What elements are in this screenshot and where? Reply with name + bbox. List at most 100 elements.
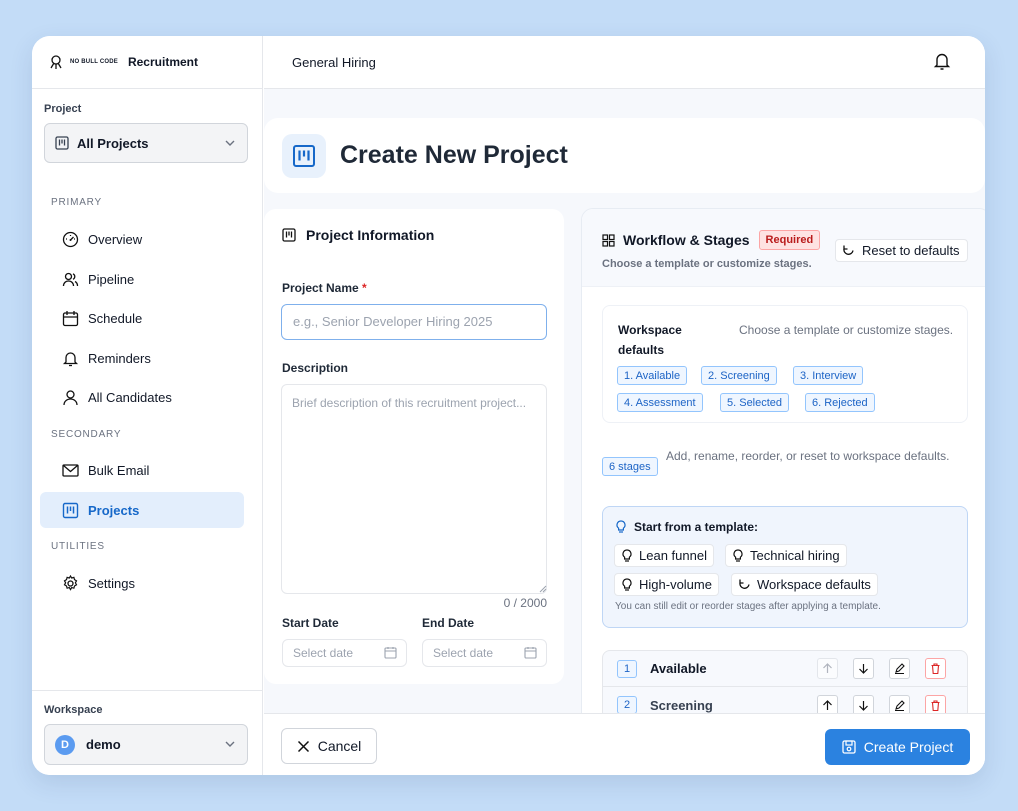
gear-icon xyxy=(61,574,79,592)
cancel-button[interactable]: Cancel xyxy=(281,728,377,764)
sidebar-item-label: Projects xyxy=(88,502,140,518)
kanban-icon xyxy=(282,228,296,242)
project-name-label-text: Project Name xyxy=(282,281,359,295)
sidebar-item-label: Pipeline xyxy=(88,271,135,287)
default-stage-chip: 3. Interview xyxy=(793,366,864,385)
create-project-button[interactable]: Create Project xyxy=(825,729,970,765)
lightbulb-icon xyxy=(732,548,744,563)
sidebar-item-overview[interactable]: Overview xyxy=(40,221,244,257)
app-title: Recruitment xyxy=(127,55,198,69)
workflow-header: Workflow & Stages Required Choose a temp… xyxy=(582,209,985,287)
template-technical-hiring-button[interactable]: Technical hiring xyxy=(725,544,847,567)
stage-name: Available xyxy=(650,661,707,676)
create-project-label: Create Project xyxy=(863,739,954,755)
form-footer: Cancel Create Project xyxy=(264,713,985,775)
topbar: General Hiring xyxy=(264,36,985,89)
workspace-label: Workspace xyxy=(44,704,103,716)
resize-handle-icon[interactable] xyxy=(539,585,547,593)
app-window: NO BULL CODE Recruitment Project All Pro… xyxy=(32,36,985,775)
mail-icon xyxy=(61,461,79,479)
group-label-primary: PRIMARY xyxy=(51,197,102,208)
workflow-title-row: Workflow & Stages Required xyxy=(602,230,821,250)
arrow-down-icon xyxy=(859,700,868,711)
project-name-label: Project Name * xyxy=(282,281,367,295)
topbar-title: General Hiring xyxy=(292,54,376,70)
template-label: Technical hiring xyxy=(750,548,840,563)
start-date-input[interactable]: Select date xyxy=(282,639,407,667)
gauge-icon xyxy=(61,230,79,248)
workspace-name: demo xyxy=(86,737,121,752)
template-high-volume-button[interactable]: High-volume xyxy=(614,573,719,596)
page-header: Create New Project xyxy=(264,118,985,193)
lightbulb-icon xyxy=(621,548,633,563)
sidebar-item-schedule[interactable]: Schedule xyxy=(40,300,244,336)
sidebar-item-pipeline[interactable]: Pipeline xyxy=(40,261,244,297)
project-info-card: Project Information Project Name * e.g.,… xyxy=(264,209,564,684)
sidebar-item-all-candidates[interactable]: All Candidates xyxy=(40,379,244,415)
start-date-placeholder: Select date xyxy=(293,646,354,660)
stage-number: 1 xyxy=(617,659,637,678)
sidebar-item-label: Schedule xyxy=(88,310,143,326)
workflow-subtitle: Choose a template or customize stages. xyxy=(602,258,812,270)
stage-list: 1 Available 2 Screening xyxy=(602,650,968,720)
workflow-card: Workflow & Stages Required Choose a temp… xyxy=(581,208,985,768)
project-info-title: Project Information xyxy=(306,227,435,243)
edit-stage-button[interactable] xyxy=(889,658,910,679)
template-label: Workspace defaults xyxy=(757,577,871,592)
move-up-button[interactable] xyxy=(817,658,838,679)
arrow-down-icon xyxy=(859,664,868,674)
char-counter: 0 / 2000 xyxy=(503,596,547,610)
required-badge: Required xyxy=(758,230,821,250)
default-stage-chip: 4. Assessment xyxy=(617,393,703,412)
start-date-label: Start Date xyxy=(282,616,339,630)
sidebar-item-projects[interactable]: Projects xyxy=(40,492,244,528)
trash-icon xyxy=(931,663,940,674)
users-icon xyxy=(61,270,79,288)
stage-hint: Add, rename, reorder, or reset to worksp… xyxy=(666,449,950,463)
trash-icon xyxy=(931,699,940,711)
stage-count-badge: 6 stages xyxy=(602,457,658,476)
description-label: Description xyxy=(282,361,349,375)
sidebar-item-label: All Candidates xyxy=(88,389,172,405)
workspace-select[interactable]: D demo xyxy=(44,724,248,765)
reset-defaults-button[interactable]: Reset to defaults xyxy=(835,239,968,262)
project-select[interactable]: All Projects xyxy=(44,123,248,163)
template-lean-funnel-button[interactable]: Lean funnel xyxy=(614,544,714,567)
user-icon xyxy=(61,388,79,406)
reset-defaults-label: Reset to defaults xyxy=(862,243,960,258)
sidebar-item-settings[interactable]: Settings xyxy=(40,565,244,601)
move-down-button[interactable] xyxy=(853,658,874,679)
sidebar-item-reminders[interactable]: Reminders xyxy=(40,340,244,376)
group-label-secondary: SECONDARY xyxy=(51,429,122,440)
template-workspace-defaults-button[interactable]: Workspace defaults xyxy=(731,573,878,596)
description-textarea[interactable]: Brief description of this recruitment pr… xyxy=(281,384,547,594)
project-label: Project xyxy=(44,103,82,115)
end-date-placeholder: Select date xyxy=(433,646,494,660)
project-select-value: All Projects xyxy=(77,135,149,151)
notification-bell-icon[interactable] xyxy=(933,51,951,71)
kanban-icon xyxy=(55,136,69,150)
workspace-footer: Workspace D demo xyxy=(32,690,263,775)
template-note: You can still edit or reorder stages aft… xyxy=(615,601,881,612)
workspace-defaults-desc: Choose a template or customize stages. xyxy=(739,323,954,337)
save-icon xyxy=(842,740,856,754)
refresh-icon xyxy=(842,244,855,257)
pencil-icon xyxy=(895,663,905,674)
sidebar-item-label: Overview xyxy=(88,231,143,247)
required-mark: * xyxy=(362,281,367,295)
kanban-icon xyxy=(282,133,326,178)
project-name-input[interactable]: e.g., Senior Developer Hiring 2025 xyxy=(281,304,547,340)
delete-stage-button[interactable] xyxy=(925,658,946,679)
chevron-down-icon xyxy=(225,741,235,747)
arrow-up-icon xyxy=(823,699,832,710)
pencil-icon xyxy=(895,699,905,711)
workspace-defaults-title: Workspace defaults xyxy=(618,323,682,357)
end-date-input[interactable]: Select date xyxy=(422,639,547,667)
default-stage-chip: 2. Screening xyxy=(701,366,777,385)
arrow-up-icon xyxy=(823,663,832,673)
sidebar-item-label: Bulk Email xyxy=(88,462,150,478)
stage-name: Screening xyxy=(650,697,713,713)
main-content: General Hiring Create New Project Projec… xyxy=(264,36,985,775)
sidebar-item-bulk-email[interactable]: Bulk Email xyxy=(40,452,244,488)
page-title: Create New Project xyxy=(340,141,568,169)
